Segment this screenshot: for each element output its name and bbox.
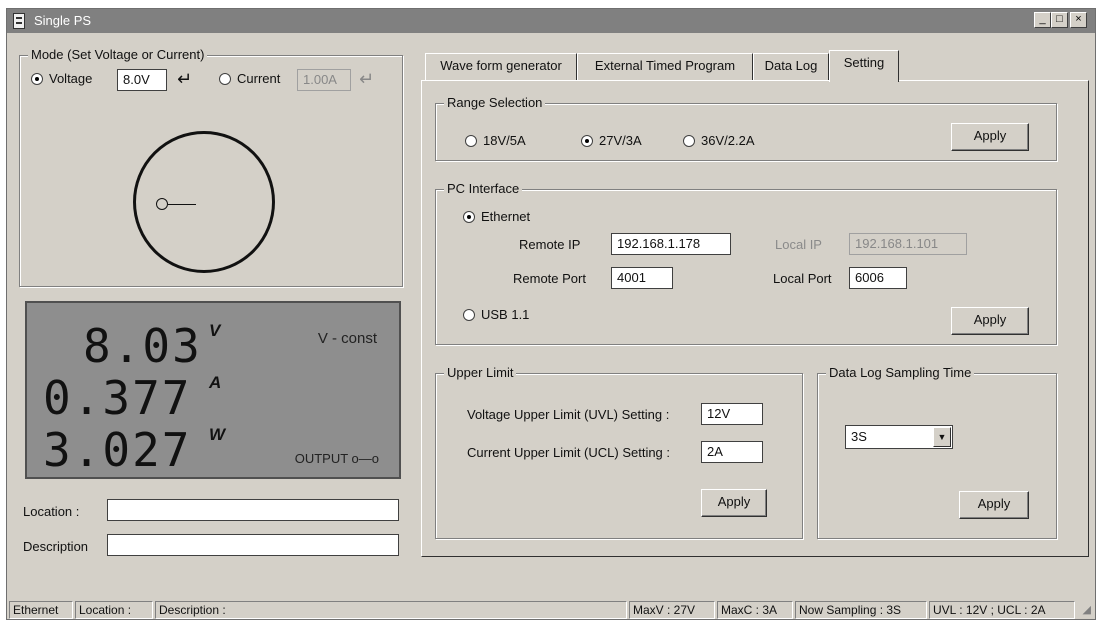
main-window: Single PS _ □ × Mode (Set Voltage or Cur…: [6, 8, 1096, 620]
radio-dot[interactable]: [683, 134, 695, 147]
voltage-label: Voltage: [49, 71, 93, 86]
range-option-label: 18V/5A: [483, 133, 526, 148]
chevron-down-icon[interactable]: ▼: [933, 427, 951, 447]
range-27v-radio[interactable]: 27V/3A: [581, 133, 642, 148]
usb-label: USB 1.1: [481, 307, 530, 322]
remote-port-label: Remote Port: [513, 271, 586, 286]
range-18v-radio[interactable]: 18V/5A: [465, 133, 526, 148]
remote-ip-input[interactable]: 192.168.1.178: [611, 233, 731, 255]
local-port-label: Local Port: [773, 271, 832, 286]
sampling-apply-button[interactable]: Apply: [959, 491, 1029, 519]
ucl-input[interactable]: 2A: [701, 441, 763, 463]
regulation-status: V - const: [317, 330, 377, 347]
status-bar: Ethernet Location : Description : MaxV :…: [9, 601, 1093, 619]
dial-knob-icon: [156, 198, 168, 210]
range-option-label: 36V/2.2A: [701, 133, 755, 148]
setting-dial[interactable]: [133, 131, 275, 273]
enter-arrow-icon[interactable]: ↵: [359, 70, 374, 88]
current-readout: 0.377: [43, 371, 192, 425]
upper-limit-legend: Upper Limit: [444, 365, 517, 380]
location-label: Location :: [23, 504, 80, 519]
range-legend: Range Selection: [444, 95, 546, 110]
radio-dot[interactable]: [463, 308, 475, 321]
radio-dot[interactable]: [31, 72, 43, 85]
range-36v-radio[interactable]: 36V/2.2A: [683, 133, 755, 148]
sampling-time-select[interactable]: 3S ▼: [845, 425, 953, 449]
dial-pointer: [168, 204, 196, 205]
status-interface: Ethernet: [9, 601, 73, 619]
resize-grip-icon[interactable]: ◢: [1083, 603, 1091, 616]
remote-port-input[interactable]: 4001: [611, 267, 673, 289]
tab-wave-form-generator[interactable]: Wave form generator: [425, 53, 577, 81]
local-ip-input[interactable]: 192.168.1.101: [849, 233, 967, 255]
voltage-readout: 8.03: [83, 319, 202, 373]
status-maxv: MaxV : 27V: [629, 601, 715, 619]
ethernet-label: Ethernet: [481, 209, 531, 224]
current-unit: A: [209, 373, 222, 392]
current-label: Current: [237, 71, 281, 86]
range-apply-button[interactable]: Apply: [951, 123, 1029, 151]
radio-dot[interactable]: [219, 72, 231, 85]
voltage-unit: V: [209, 321, 221, 340]
power-readout: 3.027: [43, 423, 192, 477]
tab-setting[interactable]: Setting: [829, 50, 899, 82]
location-input[interactable]: [107, 499, 399, 521]
status-limits: UVL : 12V ; UCL : 2A: [929, 601, 1075, 619]
output-indicator: OUTPUT o—o: [294, 451, 379, 466]
description-label: Description: [23, 539, 89, 554]
enter-arrow-icon[interactable]: ↵: [177, 70, 192, 88]
readout-display: 8.03 V V - const 0.377 A 3.027 W OUTPUT …: [25, 301, 401, 479]
radio-dot[interactable]: [581, 134, 593, 147]
ethernet-radio[interactable]: Ethernet: [463, 209, 530, 224]
current-input[interactable]: 1.00A: [297, 69, 351, 91]
remote-ip-label: Remote IP: [519, 237, 581, 252]
range-option-label: 27V/3A: [599, 133, 642, 148]
window-title: Single PS: [34, 13, 92, 28]
local-port-input[interactable]: 6006: [849, 267, 907, 289]
voltage-mode-radio[interactable]: Voltage: [31, 71, 92, 86]
usb-radio[interactable]: USB 1.1: [463, 307, 529, 322]
radio-dot[interactable]: [463, 210, 475, 223]
maximize-button[interactable]: □: [1051, 12, 1068, 28]
pc-interface-apply-button[interactable]: Apply: [951, 307, 1029, 335]
status-description: Description :: [155, 601, 627, 619]
status-sampling: Now Sampling : 3S: [795, 601, 927, 619]
sampling-legend: Data Log Sampling Time: [826, 365, 975, 380]
voltage-input[interactable]: 8.0V: [117, 69, 167, 91]
sampling-time-value: 3S: [851, 429, 867, 444]
status-location: Location :: [75, 601, 153, 619]
minimize-button[interactable]: _: [1034, 12, 1051, 28]
status-maxc: MaxC : 3A: [717, 601, 793, 619]
app-icon: [13, 13, 25, 29]
mode-legend: Mode (Set Voltage or Current): [28, 47, 208, 62]
power-unit: W: [209, 425, 226, 444]
local-ip-label: Local IP: [775, 237, 822, 252]
uvl-input[interactable]: 12V: [701, 403, 763, 425]
description-input[interactable]: [107, 534, 399, 556]
current-mode-radio[interactable]: Current: [219, 71, 280, 86]
title-bar[interactable]: Single PS _ □ ×: [7, 9, 1095, 33]
uvl-label: Voltage Upper Limit (UVL) Setting :: [467, 407, 670, 422]
upper-limit-apply-button[interactable]: Apply: [701, 489, 767, 517]
pc-interface-legend: PC Interface: [444, 181, 523, 196]
radio-dot[interactable]: [465, 134, 477, 147]
close-button[interactable]: ×: [1070, 12, 1087, 28]
ucl-label: Current Upper Limit (UCL) Setting :: [467, 445, 671, 460]
tab-data-log[interactable]: Data Log: [753, 53, 829, 81]
tab-external-timed-program[interactable]: External Timed Program: [577, 53, 753, 81]
